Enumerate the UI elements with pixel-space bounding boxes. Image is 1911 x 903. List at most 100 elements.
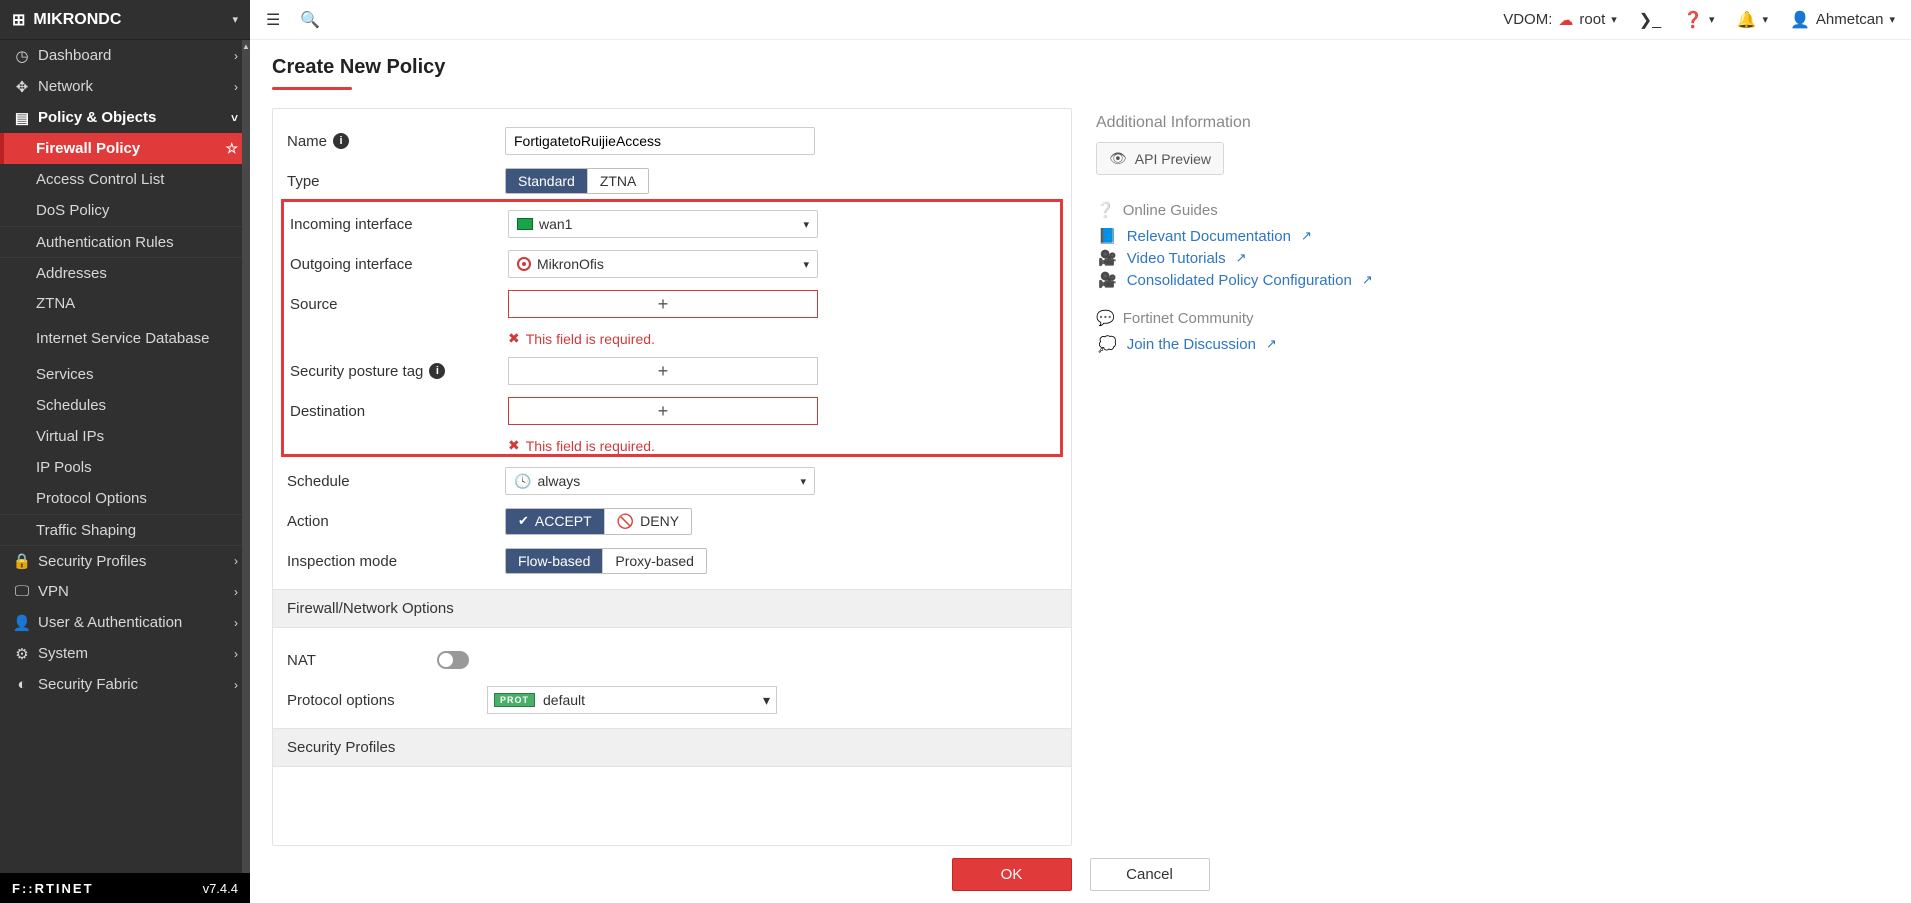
posture-add-button[interactable]: + bbox=[508, 357, 818, 385]
vpn-icon: 🖵 bbox=[12, 583, 32, 600]
schedule-value: always bbox=[537, 473, 580, 489]
inspection-flow-button[interactable]: Flow-based bbox=[506, 549, 602, 573]
vendor-logo: F::RTINET bbox=[12, 881, 94, 896]
sidebar-item-label: Network bbox=[38, 78, 93, 95]
error-icon: ✖ bbox=[508, 437, 520, 454]
sidebar-item-label: ZTNA bbox=[36, 295, 75, 312]
destination-add-button[interactable]: + bbox=[508, 397, 818, 425]
link-join-discussion[interactable]: 💭 Join the Discussion ↗ bbox=[1098, 335, 1889, 353]
chevron-right-icon: › bbox=[234, 616, 238, 630]
link-label: Video Tutorials bbox=[1127, 250, 1226, 267]
type-ztna-button[interactable]: ZTNA bbox=[587, 169, 649, 193]
sidebar-item-traffic-shaping[interactable]: Traffic Shaping bbox=[0, 514, 250, 545]
lock-icon: 🔒 bbox=[12, 552, 32, 570]
vdom-selector[interactable]: VDOM: ☁ root ▾ bbox=[1503, 11, 1617, 29]
policy-form-panel: Name i Type Standard ZTNA bbox=[272, 108, 1072, 846]
ok-button[interactable]: OK bbox=[952, 858, 1072, 891]
info-icon[interactable]: i bbox=[429, 363, 445, 379]
sidebar-item-label: Services bbox=[36, 366, 94, 383]
sidebar-item-policy-objects[interactable]: ▤ Policy & Objects ˅ bbox=[0, 102, 250, 133]
api-preview-button[interactable]: 👁 API Preview bbox=[1096, 142, 1224, 175]
brand-caret-icon[interactable]: ▾ bbox=[232, 13, 238, 26]
inspection-proxy-button[interactable]: Proxy-based bbox=[602, 549, 706, 573]
btn-label: OK bbox=[1001, 866, 1023, 883]
hamburger-icon[interactable]: ☰ bbox=[266, 10, 280, 30]
sidebar-item-label: Security Profiles bbox=[38, 553, 146, 570]
favorite-star-icon[interactable]: ☆ bbox=[225, 140, 238, 157]
sidebar-item-ztna[interactable]: ZTNA bbox=[0, 288, 250, 319]
sidebar-item-vpn[interactable]: 🖵 VPN › bbox=[0, 576, 250, 607]
row-destination: Destination + bbox=[290, 393, 1054, 429]
sidebar-item-firewall-policy[interactable]: Firewall Policy ☆ bbox=[0, 133, 250, 164]
incoming-interface-select[interactable]: wan1 ▾ bbox=[508, 210, 818, 238]
sidebar-item-protocol-options[interactable]: Protocol Options bbox=[0, 483, 250, 514]
topbar: ☰ 🔍 VDOM: ☁ root ▾ ❯_ ❓▾ 🔔▾ 👤 Ahmetcan ▾ bbox=[250, 0, 1911, 40]
type-standard-button[interactable]: Standard bbox=[506, 169, 587, 193]
action-deny-button[interactable]: 🚫 DENY bbox=[604, 509, 691, 534]
incoming-label: Incoming interface bbox=[290, 216, 413, 233]
brand[interactable]: ⊞ MIKRONDC bbox=[12, 10, 121, 30]
name-input[interactable] bbox=[505, 127, 815, 155]
chevron-right-icon: › bbox=[234, 678, 238, 692]
nat-toggle[interactable] bbox=[437, 651, 469, 669]
cancel-button[interactable]: Cancel bbox=[1090, 858, 1210, 891]
sidebar-item-user-auth[interactable]: 👤 User & Authentication › bbox=[0, 607, 250, 638]
search-icon[interactable]: 🔍 bbox=[300, 10, 320, 30]
doc-icon: 📘 bbox=[1098, 227, 1117, 245]
type-toggle: Standard ZTNA bbox=[505, 168, 649, 194]
sidebar-item-schedules[interactable]: Schedules bbox=[0, 390, 250, 421]
link-documentation[interactable]: 📘 Relevant Documentation ↗ bbox=[1098, 227, 1889, 245]
caret-down-icon: ▾ bbox=[1762, 13, 1768, 26]
notifications-menu[interactable]: 🔔▾ bbox=[1737, 10, 1768, 30]
outgoing-interface-select[interactable]: MikronOfis ▾ bbox=[508, 250, 818, 278]
sidebar-item-services[interactable]: Services bbox=[0, 359, 250, 390]
sidebar-item-auth-rules[interactable]: Authentication Rules bbox=[0, 226, 250, 257]
destination-label: Destination bbox=[290, 403, 365, 420]
seg-label: ACCEPT bbox=[535, 513, 592, 529]
sidebar-item-isdb[interactable]: Internet Service Database bbox=[0, 319, 250, 359]
link-video-tutorials[interactable]: 🎥 Video Tutorials ↗ bbox=[1098, 249, 1889, 267]
sidebar-item-acl[interactable]: Access Control List bbox=[0, 164, 250, 195]
sidebar-item-system[interactable]: ⚙ System › bbox=[0, 638, 250, 669]
schedule-select[interactable]: 🕓 always ▾ bbox=[505, 467, 815, 495]
sidebar-item-label: Firewall Policy bbox=[36, 140, 140, 157]
source-add-button[interactable]: + bbox=[508, 290, 818, 318]
cli-console-button[interactable]: ❯_ bbox=[1639, 10, 1661, 30]
outgoing-value: MikronOfis bbox=[537, 256, 604, 272]
posture-label: Security posture tag bbox=[290, 363, 423, 380]
sidebar-item-dashboard[interactable]: ◷ Dashboard › bbox=[0, 40, 250, 71]
sidebar-item-vips[interactable]: Virtual IPs bbox=[0, 421, 250, 452]
chevron-down-icon: ▾ bbox=[803, 218, 809, 231]
sidebar-scrollbar[interactable]: ▲ bbox=[242, 40, 250, 873]
protocol-options-select[interactable]: PROT default ▾ bbox=[487, 686, 777, 714]
info-icon[interactable]: i bbox=[333, 133, 349, 149]
help-menu[interactable]: ❓▾ bbox=[1683, 10, 1714, 30]
sidebar-item-label: Dashboard bbox=[38, 47, 111, 64]
page-title: Create New Policy bbox=[250, 40, 467, 87]
external-link-icon: ↗ bbox=[1236, 250, 1247, 266]
form-action-bar: OK Cancel bbox=[250, 846, 1911, 903]
action-accept-button[interactable]: ✔ ACCEPT bbox=[506, 509, 604, 534]
row-action: Action ✔ ACCEPT 🚫 DENY bbox=[287, 503, 1057, 539]
interface-lan-icon bbox=[517, 257, 531, 271]
sidebar-item-label: IP Pools bbox=[36, 459, 92, 476]
eye-icon: 👁 bbox=[1109, 150, 1127, 167]
link-consolidated-config[interactable]: 🎥 Consolidated Policy Configuration ↗ bbox=[1098, 271, 1889, 289]
destination-error: ✖ This field is required. bbox=[290, 433, 1054, 454]
sidebar-item-security-profiles[interactable]: 🔒 Security Profiles › bbox=[0, 545, 250, 576]
chevron-down-icon: ˅ bbox=[231, 111, 238, 125]
sidebar: ⊞ MIKRONDC ▾ ◷ Dashboard › ✥ Network › ▤… bbox=[0, 0, 250, 903]
dashboard-icon: ◷ bbox=[12, 47, 32, 65]
brand-icon: ⊞ bbox=[12, 10, 25, 30]
sidebar-nav: ◷ Dashboard › ✥ Network › ▤ Policy & Obj… bbox=[0, 40, 250, 873]
sidebar-item-ip-pools[interactable]: IP Pools bbox=[0, 452, 250, 483]
sidebar-item-security-fabric[interactable]: ◐ Security Fabric › bbox=[0, 669, 250, 700]
error-text: This field is required. bbox=[526, 331, 655, 347]
video-icon: 🎥 bbox=[1098, 271, 1117, 289]
sidebar-item-addresses[interactable]: Addresses bbox=[0, 257, 250, 288]
caret-down-icon: ▾ bbox=[1709, 13, 1715, 26]
main: ☰ 🔍 VDOM: ☁ root ▾ ❯_ ❓▾ 🔔▾ 👤 Ahmetcan ▾… bbox=[250, 0, 1911, 903]
user-menu[interactable]: 👤 Ahmetcan ▾ bbox=[1790, 10, 1895, 30]
sidebar-item-dos-policy[interactable]: DoS Policy bbox=[0, 195, 250, 226]
sidebar-item-network[interactable]: ✥ Network › bbox=[0, 71, 250, 102]
